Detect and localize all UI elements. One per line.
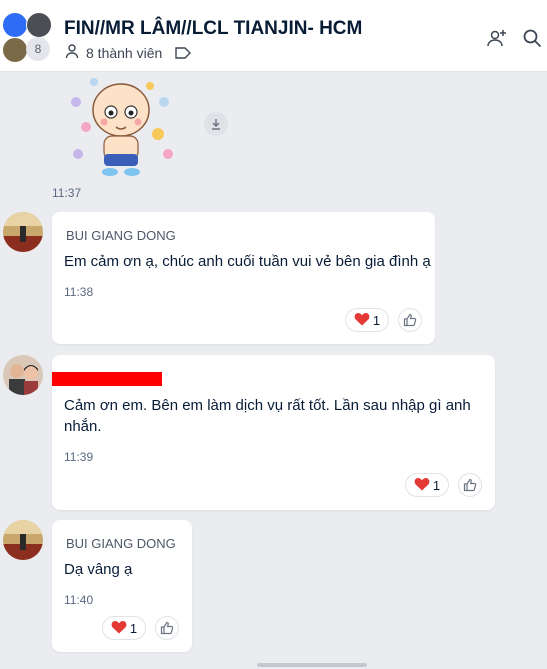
group-title[interactable]: FIN//MR LÂM//LCL TIANJIN- HCM	[64, 18, 362, 40]
message-time: 11:40	[64, 593, 94, 607]
message-text: Dạ vâng ạ	[64, 561, 133, 578]
heart-icon	[414, 477, 430, 494]
message-bubble[interactable]: BUI GIANG DONG Em cảm ơn ạ, chúc anh cuố…	[52, 212, 435, 344]
member-avatar	[2, 37, 28, 63]
reaction-count: 1	[372, 312, 381, 328]
redacted-name	[52, 372, 162, 386]
message-text: Cảm ơn em. Bên em làm dịch vụ rất tốt. L…	[64, 395, 471, 437]
member-count-badge: 8	[26, 37, 50, 61]
members-link[interactable]: 8 thành viên	[86, 45, 162, 61]
search-icon[interactable]	[520, 26, 544, 50]
reaction-count: 1	[129, 620, 138, 636]
message-text: Em cảm ơn ạ, chúc anh cuối tuần vui vẻ b…	[64, 253, 431, 270]
member-avatar	[26, 12, 52, 38]
message-line: nhắn.	[64, 418, 102, 435]
thumbs-up-icon[interactable]	[458, 473, 482, 497]
message-time: 11:39	[64, 450, 94, 464]
message-time: 11:38	[64, 285, 94, 299]
member-avatar	[2, 12, 28, 38]
thumbs-up-icon[interactable]	[155, 616, 179, 640]
user-icon	[64, 43, 86, 62]
reaction-count: 1	[432, 477, 441, 493]
group-avatar[interactable]: 8	[2, 12, 56, 64]
reaction-badge[interactable]: 1	[102, 616, 146, 640]
reaction-badge[interactable]: 1	[405, 473, 449, 497]
message-bubble[interactable]: BUI GIANG DONG Dạ vâng ạ 11:40 1	[52, 520, 192, 652]
avatar[interactable]	[3, 212, 43, 252]
avatar[interactable]	[3, 520, 43, 560]
chat-header: 8 FIN//MR LÂM//LCL TIANJIN- HCM 8 thành …	[0, 0, 547, 72]
group-subtitle: 8 thành viên	[64, 43, 198, 62]
avatar[interactable]	[3, 355, 43, 395]
message-time: 11:37	[52, 186, 82, 200]
add-member-icon[interactable]	[485, 26, 509, 50]
sender-name: BUI GIANG DONG	[66, 228, 176, 243]
message-bubble[interactable]: Cảm ơn em. Bên em làm dịch vụ rất tốt. L…	[52, 355, 495, 510]
sticker-image[interactable]	[64, 72, 184, 182]
horizontal-scrollbar[interactable]	[257, 663, 367, 667]
sender-name: BUI GIANG DONG	[66, 536, 176, 551]
heart-icon	[354, 312, 370, 329]
message-list: 11:37 BUI GIANG DONG Em cảm ơn ạ, chúc a…	[0, 72, 547, 669]
heart-icon	[111, 620, 127, 637]
tag-icon[interactable]	[174, 46, 198, 60]
message-line: Cảm ơn em. Bên em làm dịch vụ rất tốt. L…	[64, 397, 471, 414]
thumbs-up-icon[interactable]	[398, 308, 422, 332]
reaction-badge[interactable]: 1	[345, 308, 389, 332]
download-icon[interactable]	[204, 112, 228, 136]
